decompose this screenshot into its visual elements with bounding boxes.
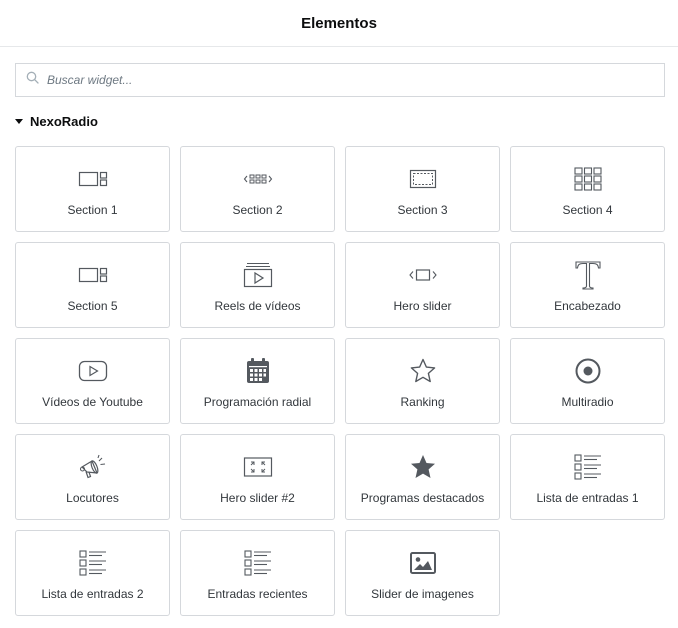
panel-header: Elementos [0,0,678,47]
widget-tile[interactable]: Locutores [15,434,170,520]
widget-tile[interactable]: Reels de vídeos [180,242,335,328]
widget-tile[interactable]: Programas destacados [345,434,500,520]
widget-tile[interactable]: Vídeos de Youtube [15,338,170,424]
widget-tile[interactable]: Section 4 [510,146,665,232]
widget-label: Lista de entradas 2 [41,587,144,601]
widget-label: Section 4 [562,203,613,217]
widget-tile[interactable]: Encabezado [510,242,665,328]
widget-label: Slider de imagenes [371,587,474,601]
star-filled-icon [409,452,437,482]
widget-label: Section 3 [397,203,448,217]
grid-icon [573,164,603,194]
layout-icon [78,164,108,194]
carousel-icon [243,164,273,194]
calendar-icon [245,356,271,386]
widget-label: Multiradio [561,395,614,409]
widget-tile[interactable]: Slider de imagenes [345,530,500,616]
category-title: NexoRadio [30,114,98,129]
widget-tile[interactable]: Programación radial [180,338,335,424]
widget-label: Programación radial [203,395,312,409]
star-outline-icon [409,356,437,386]
widget-label: Vídeos de Youtube [42,395,143,409]
widget-tile[interactable]: Section 3 [345,146,500,232]
search-input[interactable] [47,73,647,87]
widget-tile[interactable]: Section 1 [15,146,170,232]
widget-label: Section 1 [67,203,118,217]
search-box[interactable] [15,63,665,97]
heading-icon [573,260,603,290]
widget-label: Hero slider #2 [220,491,295,505]
widget-label: Encabezado [554,299,621,313]
megaphone-icon [78,452,108,482]
caret-down-icon [15,119,23,124]
panel-title: Elementos [301,14,377,32]
widget-tile[interactable]: Section 2 [180,146,335,232]
layout-icon [78,260,108,290]
widget-tile[interactable]: Lista de entradas 1 [510,434,665,520]
frame-icon [408,164,438,194]
video-reel-icon [243,260,273,290]
category-toggle[interactable]: NexoRadio [15,114,98,129]
widget-label: Programas destacados [360,491,485,505]
widget-label: Lista de entradas 1 [536,491,639,505]
widget-tile[interactable]: Section 5 [15,242,170,328]
widget-tile[interactable]: Lista de entradas 2 [15,530,170,616]
widget-label: Ranking [400,395,445,409]
youtube-icon [78,356,108,386]
widget-tile[interactable]: Ranking [345,338,500,424]
widget-tile[interactable]: Hero slider #2 [180,434,335,520]
image-icon [409,548,437,578]
widget-grid: Section 1 Section 2 Section 3 Section 4 Sect… [15,146,665,616]
widget-label: Section 5 [67,299,118,313]
widget-label: Locutores [66,491,119,505]
widget-label: Section 2 [232,203,283,217]
widget-tile[interactable]: Multiradio [510,338,665,424]
widget-label: Hero slider [393,299,452,313]
widget-tile[interactable]: Entradas recientes [180,530,335,616]
record-icon [574,356,602,386]
expand-icon [243,452,273,482]
post-list-icon [78,548,108,578]
post-list-icon [243,548,273,578]
widget-label: Entradas recientes [207,587,308,601]
widget-tile[interactable]: Hero slider [345,242,500,328]
search-icon [26,71,39,89]
widget-label: Reels de vídeos [214,299,301,313]
post-list-icon [573,452,603,482]
slider-icon [408,260,438,290]
